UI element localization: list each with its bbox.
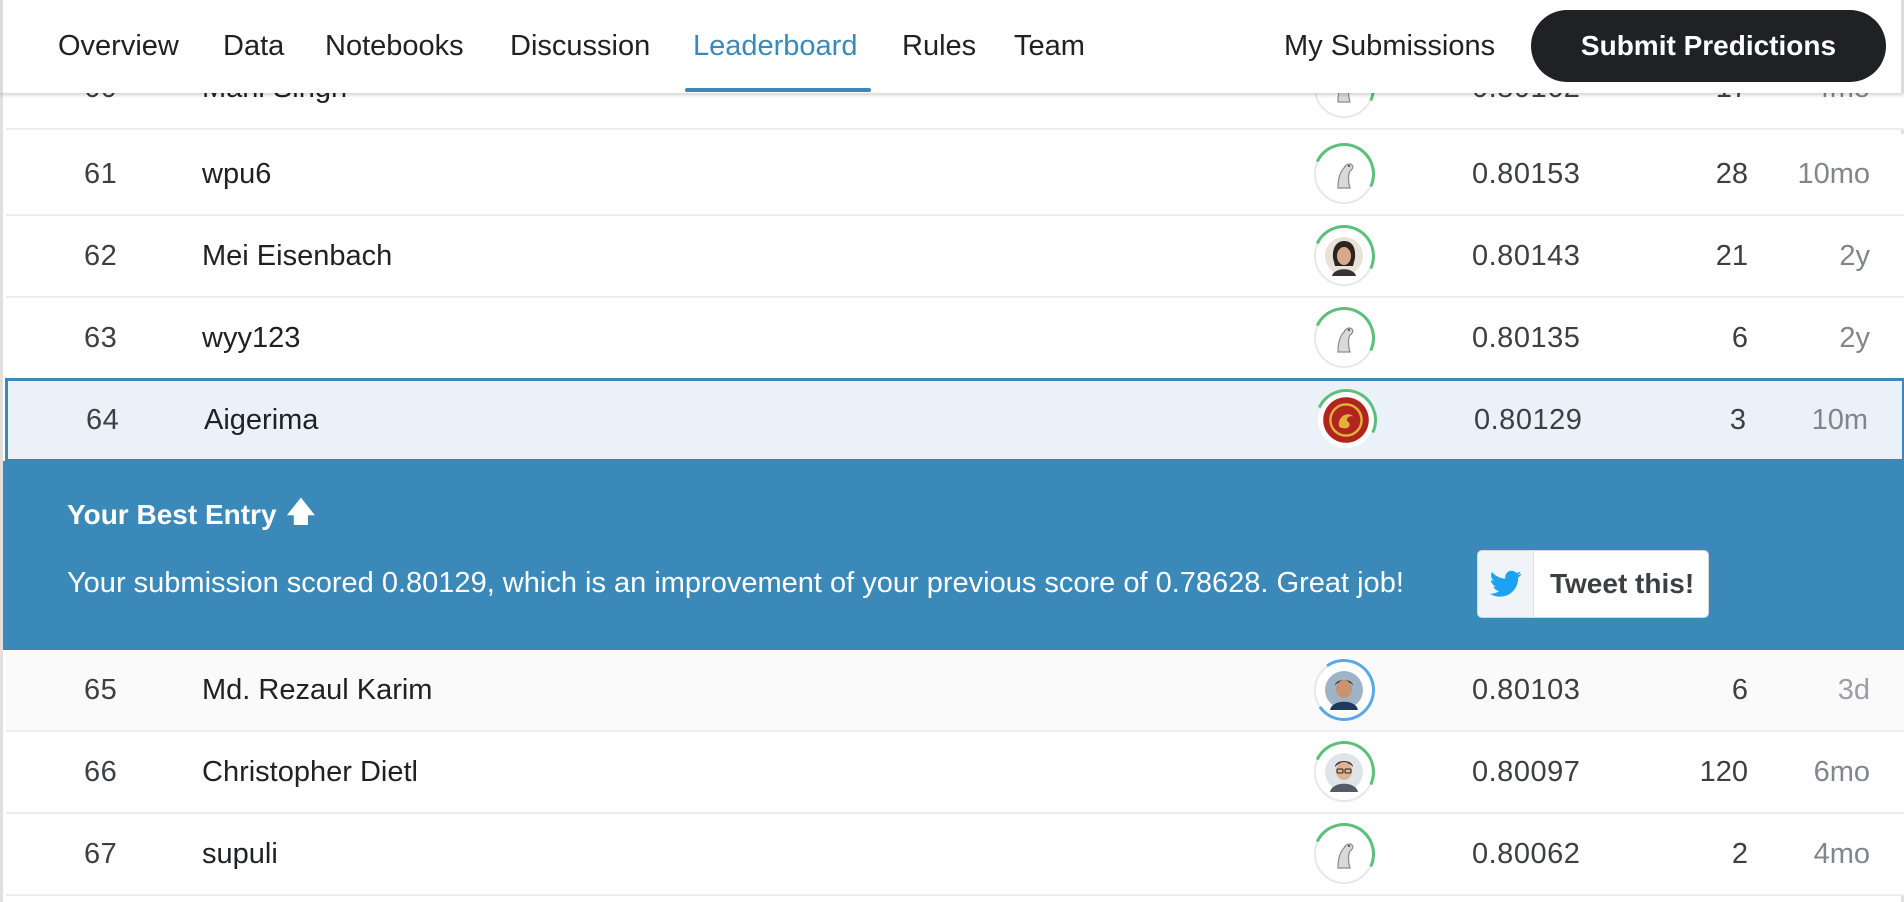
tab-overview[interactable]: Overview bbox=[58, 0, 179, 93]
last-submission-cell: 2y bbox=[1839, 239, 1870, 272]
rank-cell: 65 bbox=[84, 673, 118, 706]
score-cell: 0.80143 bbox=[1472, 239, 1581, 272]
team-name[interactable]: supuli bbox=[202, 814, 278, 894]
goose-avatar-icon[interactable] bbox=[1304, 814, 1384, 894]
entries-cell: 21 bbox=[1715, 239, 1748, 272]
user-photo-avatar[interactable] bbox=[1304, 216, 1384, 296]
submit-predictions-button[interactable]: Submit Predictions bbox=[1531, 10, 1886, 82]
team-name[interactable]: wpu6 bbox=[202, 134, 271, 214]
rank-cell: 61 bbox=[84, 157, 118, 190]
current-user-row[interactable]: 64 Aigerima 0.80129 3 10m bbox=[5, 378, 1904, 462]
last-submission-cell: 10mo bbox=[1797, 157, 1870, 190]
team-name[interactable]: Aigerima bbox=[204, 381, 318, 459]
goose-avatar-icon[interactable] bbox=[1304, 134, 1384, 214]
twitter-icon bbox=[1478, 551, 1534, 617]
team-name[interactable]: Mei Eisenbach bbox=[202, 216, 392, 296]
table-row[interactable]: 65 Md. Rezaul Karim 0.80103 6 3d bbox=[6, 650, 1904, 732]
best-entry-title-text: Your Best Entry bbox=[67, 499, 277, 530]
user-photo-avatar[interactable] bbox=[1308, 654, 1380, 726]
table-row[interactable]: 62 Mei Eisenbach 0.80143 21 2y bbox=[6, 216, 1904, 298]
my-submissions-link[interactable]: My Submissions bbox=[1284, 0, 1495, 93]
dragon-emblem-avatar[interactable] bbox=[1306, 380, 1386, 460]
active-tab-indicator bbox=[685, 88, 871, 92]
tweet-button[interactable]: Tweet this! bbox=[1477, 550, 1709, 618]
tab-notebooks[interactable]: Notebooks bbox=[325, 0, 464, 93]
entries-cell: 3 bbox=[1729, 403, 1746, 436]
last-submission-cell: 6mo bbox=[1813, 755, 1870, 788]
last-submission-cell: 2y bbox=[1839, 321, 1870, 354]
user-photo-avatar[interactable] bbox=[1304, 732, 1384, 812]
tab-data[interactable]: Data bbox=[223, 0, 284, 93]
best-entry-message: Your submission scored 0.80129, which is… bbox=[67, 567, 1404, 599]
rank-cell: 67 bbox=[84, 837, 118, 870]
score-cell: 0.80097 bbox=[1472, 755, 1581, 788]
table-row[interactable]: 63 wyy123 0.80135 6 2y bbox=[6, 298, 1904, 380]
score-cell: 0.80103 bbox=[1472, 673, 1581, 706]
top-navigation: Overview Data Notebooks Discussion Leade… bbox=[0, 0, 1904, 93]
entries-cell: 120 bbox=[1699, 755, 1748, 788]
team-name[interactable]: Md. Rezaul Karim bbox=[202, 650, 432, 730]
goose-avatar-icon[interactable] bbox=[1304, 298, 1384, 378]
table-row[interactable]: 66 Christopher Dietl 0.80097 120 6mo bbox=[6, 732, 1904, 814]
rank-cell: 63 bbox=[84, 321, 118, 354]
score-cell: 0.80153 bbox=[1472, 157, 1581, 190]
leaderboard-table: 60 Mani Singh 0.80162 17 4mo 61 wpu6 0.8… bbox=[0, 0, 1904, 902]
last-submission-cell: 4mo bbox=[1813, 837, 1870, 870]
entries-cell: 6 bbox=[1731, 321, 1748, 354]
team-name[interactable]: Christopher Dietl bbox=[202, 732, 418, 812]
score-cell: 0.80062 bbox=[1472, 837, 1581, 870]
tab-rules[interactable]: Rules bbox=[902, 0, 976, 93]
best-entry-title: Your Best Entry 🡅 bbox=[67, 491, 315, 539]
last-submission-cell: 10m bbox=[1811, 403, 1868, 436]
rank-cell: 66 bbox=[84, 755, 118, 788]
team-name[interactable]: wyy123 bbox=[202, 298, 300, 378]
tab-discussion[interactable]: Discussion bbox=[510, 0, 650, 93]
best-entry-banner: Your Best Entry 🡅 Your submission scored… bbox=[3, 461, 1904, 650]
tweet-button-label: Tweet this! bbox=[1550, 568, 1695, 599]
tab-leaderboard[interactable]: Leaderboard bbox=[693, 0, 857, 93]
tab-team[interactable]: Team bbox=[1014, 0, 1085, 93]
rank-cell: 64 bbox=[86, 403, 120, 436]
entries-cell: 28 bbox=[1715, 157, 1748, 190]
entries-cell: 6 bbox=[1731, 673, 1748, 706]
score-cell: 0.80135 bbox=[1472, 321, 1581, 354]
table-row[interactable]: 67 supuli 0.80062 2 4mo bbox=[6, 814, 1904, 896]
entries-cell: 2 bbox=[1731, 837, 1748, 870]
rank-cell: 62 bbox=[84, 239, 118, 272]
arrow-up-icon: 🡅 bbox=[286, 496, 316, 527]
table-row[interactable]: 61 wpu6 0.80153 28 10mo bbox=[6, 134, 1904, 216]
score-cell: 0.80129 bbox=[1474, 403, 1583, 436]
last-submission-cell: 3d bbox=[1837, 673, 1870, 706]
